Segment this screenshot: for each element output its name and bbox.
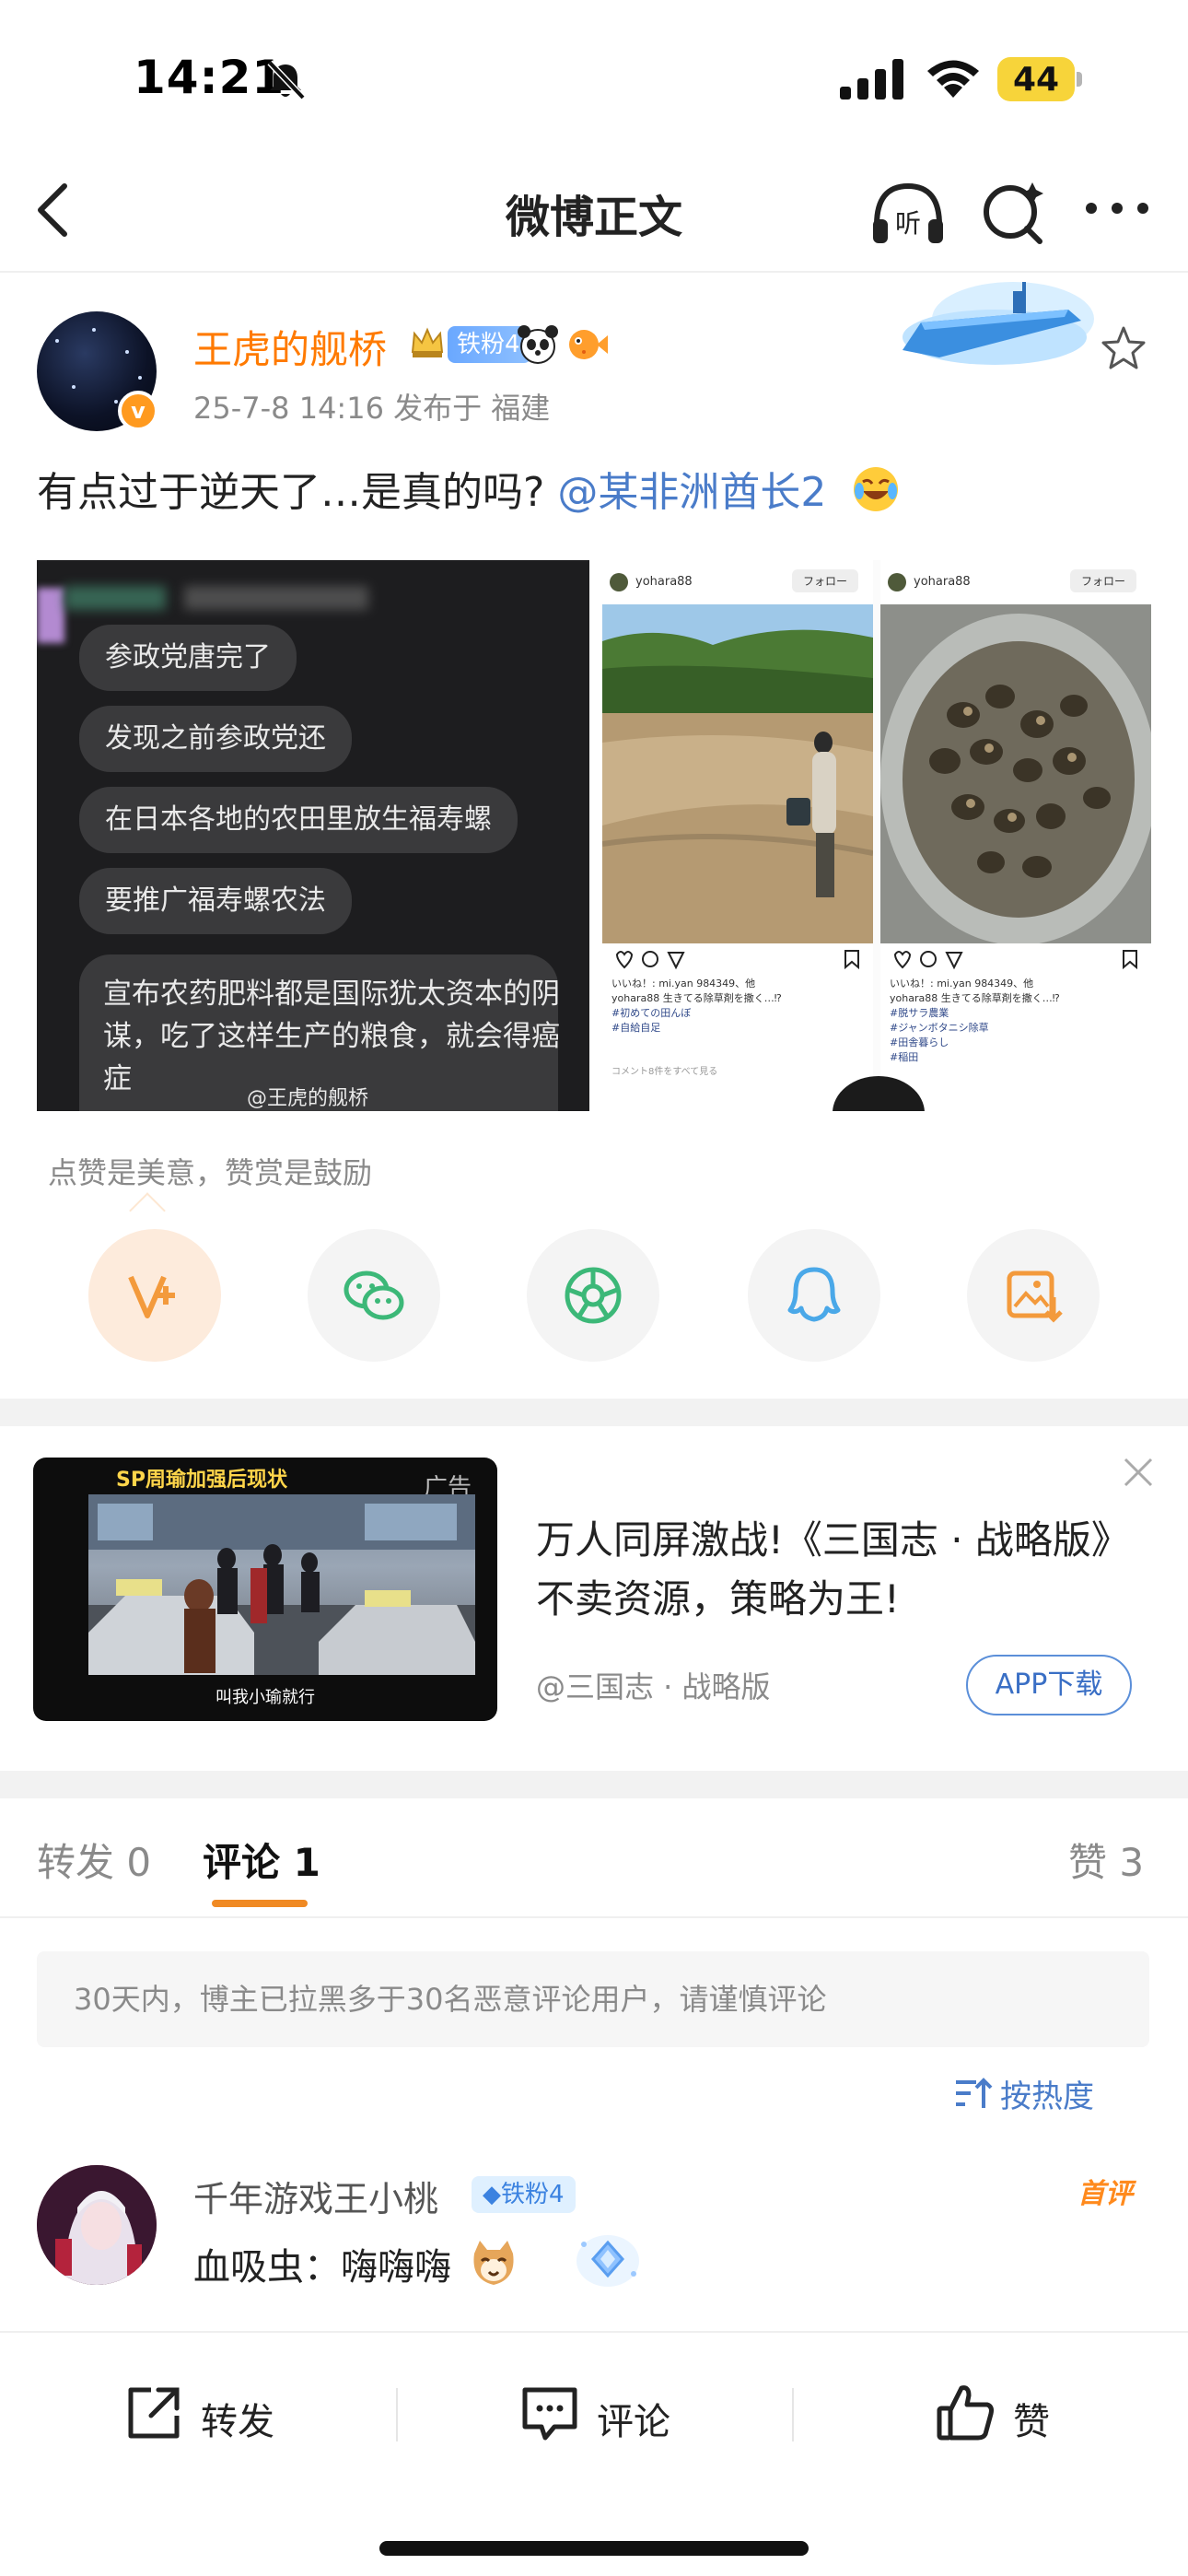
- ad-image-caption-top: SP周瑜加强后现状: [116, 1469, 287, 1492]
- tab-likes[interactable]: 赞 3: [1068, 1832, 1144, 1888]
- ad-scene: [88, 1494, 475, 1675]
- post-text: 有点过于逆天了…是真的吗? @某非洲酋长2: [37, 459, 902, 518]
- ig-username: yohara88: [635, 575, 693, 589]
- comment-text: 血吸虫：嗨嗨嗨: [193, 2237, 520, 2290]
- sort-icon: [956, 2078, 993, 2108]
- author-name[interactable]: 王虎的舰桥: [193, 319, 387, 375]
- chat-bubble: 要推广福寿螺农法: [79, 868, 352, 934]
- image-watermark: @王虎的舰桥: [247, 1087, 369, 1110]
- share-wechat-button[interactable]: [308, 1229, 440, 1362]
- rice-paddy-photo: [602, 604, 873, 943]
- ig-follow-label: フォロー: [1069, 569, 1136, 592]
- verified-v-badge-icon: v: [118, 391, 158, 431]
- save-image-icon: [1007, 1270, 1063, 1323]
- share-save-image-button[interactable]: [967, 1229, 1100, 1362]
- v-plus-icon: [128, 1275, 175, 1318]
- bottom-action-bar: 转发 评论 赞: [0, 2331, 1188, 2576]
- share-v-plus-button[interactable]: [88, 1229, 221, 1362]
- reward-tip-text: 点赞是美意，赞赏是鼓励: [48, 1155, 373, 1190]
- post-image-chat-screenshot[interactable]: 参政党唐完了 发现之前参政党还 在日本各地的农田里放生福寿螺 要推广福寿螺农法 …: [37, 560, 589, 1111]
- cellular-signal-icon: [840, 59, 903, 100]
- tab-comments[interactable]: 评论 1: [203, 1832, 320, 1888]
- ad-image[interactable]: SP周瑜加强后现状 广告 叫我小瑜就行: [33, 1458, 497, 1721]
- commenter-avatar[interactable]: [37, 2165, 157, 2285]
- bell-muted-icon: [267, 60, 306, 100]
- comment-notice: 30天内，博主已拉黑多于30名恶意评论用户，请谨慎评论: [37, 1951, 1149, 2047]
- commenter-name[interactable]: 千年游戏王小桃: [193, 2171, 438, 2221]
- tip-pointer: [129, 1192, 166, 1229]
- post-image-instagram-screenshot[interactable]: yohara88 フォロー いいね！: mi.yan 984349、他 yoha…: [602, 560, 1151, 1111]
- first-comment-badge: 首评: [1077, 2178, 1133, 2210]
- share-moments-button[interactable]: [527, 1229, 659, 1362]
- wifi-icon: [927, 60, 979, 98]
- cat-emoji-icon: [473, 2241, 514, 2285]
- wechat-icon: [344, 1270, 404, 1320]
- post-meta: 25-7-8 14:16 发布于 福建: [193, 391, 551, 426]
- tab-repost[interactable]: 转发 0: [37, 1832, 151, 1888]
- mention-link[interactable]: @某非洲酋长2: [557, 469, 826, 516]
- diamond-sparkle-icon: [577, 2235, 639, 2287]
- interaction-tabs: 转发 0 评论 1 赞 3: [0, 1798, 1188, 1918]
- status-bar: 14:21 44: [0, 0, 1188, 147]
- ad-image-caption-bottom: 叫我小瑜就行: [215, 1688, 315, 1707]
- share-qq-button[interactable]: [748, 1229, 880, 1362]
- ad-title[interactable]: 万人同屏激战!《三国志 · 战略版》不卖资源，策略为王!: [536, 1511, 1116, 1629]
- ig-post-text: いいね！: mi.yan 984349、他 yohara88 生きてる除草剤を撒…: [611, 978, 782, 1034]
- favorite-star-icon[interactable]: [1098, 322, 1149, 374]
- section-divider: [0, 1771, 1188, 1798]
- repost-icon: [128, 2387, 180, 2439]
- chat-bubble: 发现之前参政党还: [79, 706, 352, 772]
- close-ad-icon[interactable]: [1120, 1454, 1157, 1491]
- section-divider: [0, 1399, 1188, 1426]
- ig-username: yohara88: [914, 575, 971, 589]
- laugh-cry-emoji-icon: [854, 467, 899, 511]
- home-indicator: [379, 2541, 809, 2556]
- battery-percent: 44: [1012, 61, 1060, 99]
- nav-bar: 微博正文 听: [0, 147, 1188, 273]
- moments-icon: [565, 1267, 622, 1324]
- active-tab-indicator: [212, 1900, 308, 1907]
- snails-bucket-photo: [880, 604, 1151, 943]
- thumbs-up-icon: [937, 2385, 994, 2441]
- battery-indicator: 44: [997, 57, 1082, 101]
- super-topic-icon[interactable]: [979, 175, 1049, 249]
- sort-by-hot-button[interactable]: 按热度: [956, 2071, 1094, 2116]
- more-options-icon[interactable]: [1082, 190, 1152, 227]
- chat-bubble: 参政党唐完了: [79, 625, 297, 691]
- ig-action-icons: [615, 950, 859, 970]
- ig-see-comments: コメント8件をすべて見る: [611, 1067, 718, 1077]
- ig-post-text: いいね！: mi.yan 984349、他 yohara88 生きてる除草剤を撒…: [890, 978, 1060, 1063]
- pufferfish-icon: [569, 330, 608, 359]
- svg-text:听: 听: [895, 208, 921, 239]
- panda-icon: [518, 325, 558, 364]
- app-download-button[interactable]: APP下载: [966, 1655, 1132, 1715]
- ad-source[interactable]: @三国志 · 战略版: [536, 1664, 771, 1706]
- ig-action-icons: [893, 950, 1137, 970]
- commenter-fan-badge: ◆铁粉4: [472, 2176, 576, 2213]
- qq-icon: [787, 1267, 841, 1322]
- comment-icon: [522, 2387, 577, 2441]
- chat-bubble: 在日本各地的农田里放生福寿螺: [79, 787, 518, 853]
- listen-headphones-icon[interactable]: 听: [869, 177, 947, 247]
- crown-icon: [411, 327, 444, 357]
- post-text-body: 有点过于逆天了…是真的吗?: [37, 469, 545, 516]
- aircraft-carrier-decoration-icon: [903, 282, 1094, 365]
- ig-follow-label: フォロー: [791, 569, 858, 592]
